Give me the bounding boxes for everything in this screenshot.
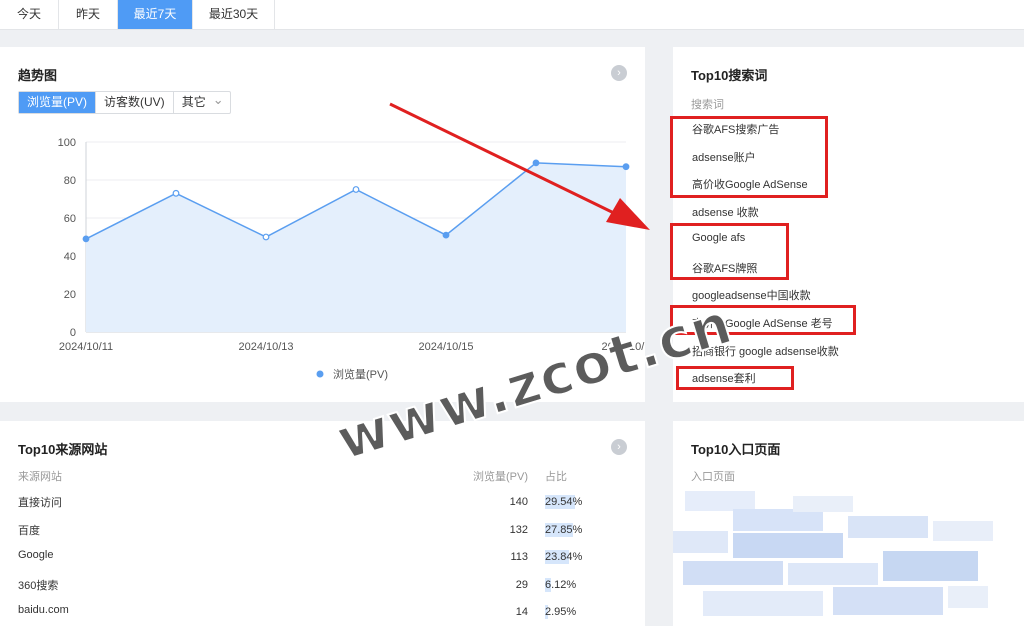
keyword-item[interactable]: adsense 收款 xyxy=(692,204,759,220)
source-pv: 132 xyxy=(509,523,528,536)
col-header-source: 来源网站 xyxy=(18,471,62,483)
source-pv: 14 xyxy=(515,606,528,619)
data-point xyxy=(622,163,630,171)
date-range-tabs: 今天 昨天 最近7天 最近30天 xyxy=(0,0,1024,30)
x-tick-label: 2024/10/15 xyxy=(418,341,473,353)
entry-title: Top10入口页面 xyxy=(691,442,781,457)
trend-title: 趋势图 xyxy=(18,68,58,83)
entry-col-header: 入口页面 xyxy=(691,471,735,483)
source-share: 2.95% xyxy=(545,606,577,619)
source-share: 23.84% xyxy=(545,551,583,564)
tab-last-7-days[interactable]: 最近7天 xyxy=(118,0,193,29)
y-tick-label: 20 xyxy=(64,289,76,301)
source-pv: 140 xyxy=(509,496,528,508)
source-share: 29.54% xyxy=(545,496,583,508)
source-name: 360搜索 xyxy=(18,579,59,592)
source-pv: 29 xyxy=(515,578,528,591)
source-name: baidu.com xyxy=(18,604,69,617)
highlight-box xyxy=(670,116,828,198)
sources-more-icon[interactable]: › xyxy=(611,439,627,455)
tab-last-30-days[interactable]: 最近30天 xyxy=(193,0,275,29)
tab-today[interactable]: 今天 xyxy=(0,0,59,29)
sources-title: Top10来源网站 xyxy=(18,442,108,457)
tab-yesterday[interactable]: 昨天 xyxy=(59,0,118,29)
legend-label: 浏览量(PV) xyxy=(333,367,388,381)
sources-card: Top10来源网站 › 来源网站 浏览量(PV) 占比 直接访问 140 29.54… xyxy=(0,421,645,626)
data-point xyxy=(442,231,450,239)
highlight-box xyxy=(670,223,789,280)
blurred-content xyxy=(673,491,1013,626)
entry-card: Top10入口页面 入口页面 xyxy=(673,421,1024,626)
col-header-pv: 浏览量(PV) xyxy=(473,471,528,483)
keywords-col-header: 搜索词 xyxy=(691,99,724,111)
y-tick-label: 100 xyxy=(58,137,76,149)
data-point xyxy=(172,189,180,197)
y-tick-label: 60 xyxy=(64,213,76,225)
y-tick-label: 0 xyxy=(70,327,76,339)
y-tick-label: 40 xyxy=(64,251,76,263)
y-tick-label: 80 xyxy=(64,175,76,187)
source-share: 6.12% xyxy=(545,578,577,591)
source-name: 直接访问 xyxy=(18,497,62,509)
data-point xyxy=(532,159,540,167)
data-point xyxy=(352,186,360,193)
col-header-share: 占比 xyxy=(545,471,567,483)
source-share: 27.85% xyxy=(545,523,583,536)
trend-more-icon[interactable]: › xyxy=(611,65,627,81)
source-pv: 113 xyxy=(510,551,528,564)
keywords-title: Top10搜索词 xyxy=(691,68,768,83)
legend-marker xyxy=(316,370,324,378)
highlight-box xyxy=(676,366,794,390)
data-point xyxy=(262,233,270,241)
source-name: 百度 xyxy=(18,524,40,537)
x-tick-label: 2024/10/13 xyxy=(238,341,293,353)
x-tick-label: 2024/10/11 xyxy=(59,341,113,353)
source-name: Google xyxy=(18,549,54,562)
data-point xyxy=(82,235,90,243)
